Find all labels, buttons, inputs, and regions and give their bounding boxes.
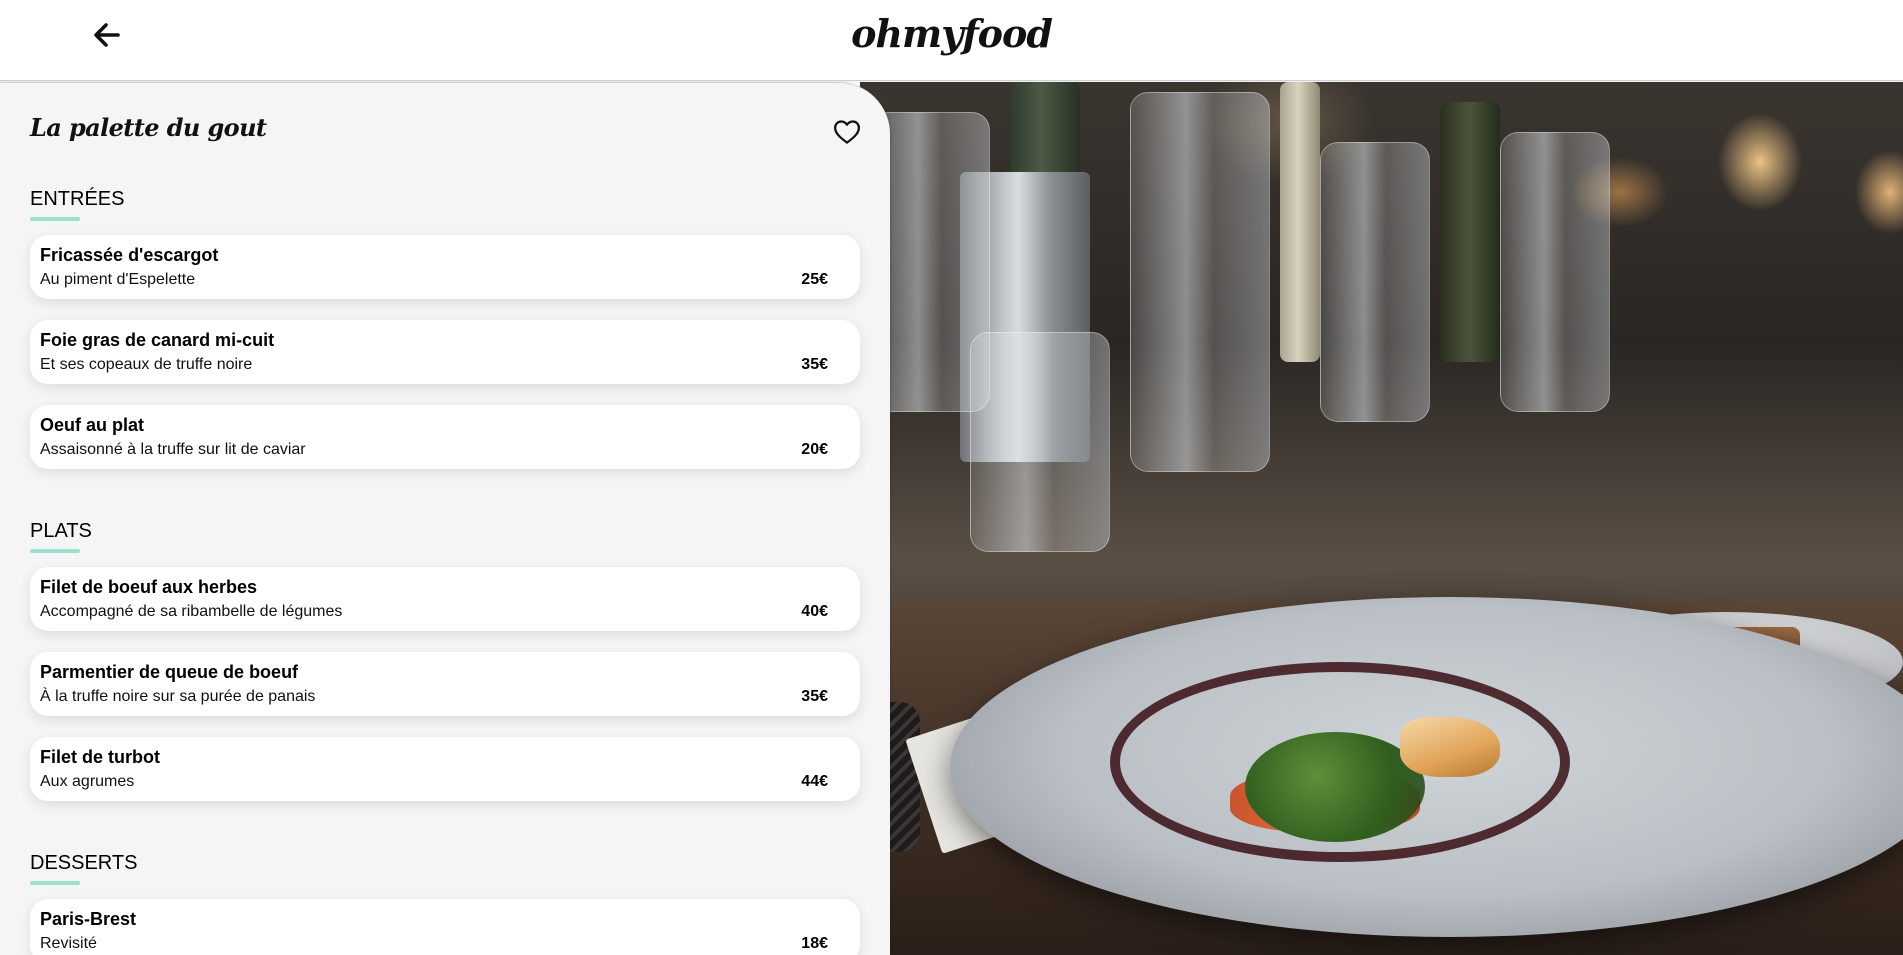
menu-item[interactable]: Parmentier de queue de boeuf À la truffe… xyxy=(30,652,860,716)
section-underline xyxy=(30,217,80,221)
section-title: DESSERTS xyxy=(30,852,138,874)
menu-item[interactable]: Oeuf au plat Assaisonné à la truffe sur … xyxy=(30,405,860,469)
item-price: 44€ xyxy=(801,773,828,790)
section-underline xyxy=(30,881,80,885)
top-header: ohmyfood xyxy=(0,0,1903,81)
item-price: 25€ xyxy=(801,271,828,288)
favorite-button[interactable] xyxy=(832,117,862,147)
item-name: Parmentier de queue de boeuf xyxy=(40,662,299,682)
section-underline xyxy=(30,549,80,553)
item-price: 35€ xyxy=(801,356,828,373)
item-price: 18€ xyxy=(801,935,828,952)
item-description: Au piment d'Espelette xyxy=(40,271,196,288)
menu-panel: La palette du gout ENTRÉES Fricassée d'e… xyxy=(0,82,890,955)
menu-item[interactable]: Paris-Brest Revisité 18€ xyxy=(30,899,860,955)
item-price: 40€ xyxy=(801,603,828,620)
item-name: Paris-Brest xyxy=(40,909,137,929)
item-description: Aux agrumes xyxy=(40,773,135,790)
item-description: À la truffe noire sur sa purée de panais xyxy=(40,688,316,705)
item-description: Et ses copeaux de truffe noire xyxy=(40,356,253,373)
restaurant-title: La palette du gout xyxy=(30,113,267,142)
menu-item[interactable]: Filet de turbot Aux agrumes 44€ xyxy=(30,737,860,801)
item-description: Accompagné de sa ribambelle de légumes xyxy=(40,603,343,620)
item-name: Oeuf au plat xyxy=(40,415,145,435)
item-name: Fricassée d'escargot xyxy=(40,245,219,265)
section-title: PLATS xyxy=(30,520,92,542)
hero-image xyxy=(860,82,1903,955)
section-plats: PLATS xyxy=(30,519,860,553)
section-desserts: DESSERTS xyxy=(30,851,860,885)
item-price: 20€ xyxy=(801,441,828,458)
item-name: Filet de boeuf aux herbes xyxy=(40,577,258,597)
menu-item[interactable]: Foie gras de canard mi-cuit Et ses copea… xyxy=(30,320,860,384)
menu-item[interactable]: Filet de boeuf aux herbes Accompagné de … xyxy=(30,567,860,631)
logo[interactable]: ohmyfood xyxy=(0,10,1903,58)
item-name: Filet de turbot xyxy=(40,747,160,767)
item-description: Assaisonné à la truffe sur lit de caviar xyxy=(40,441,306,458)
item-description: Revisité xyxy=(40,935,97,952)
item-name: Foie gras de canard mi-cuit xyxy=(40,330,275,350)
menu-item[interactable]: Fricassée d'escargot Au piment d'Espelet… xyxy=(30,235,860,299)
section-title: ENTRÉES xyxy=(30,188,125,210)
section-entrees: ENTRÉES xyxy=(30,187,860,221)
item-price: 35€ xyxy=(801,688,828,705)
heart-outline-icon xyxy=(834,120,860,144)
